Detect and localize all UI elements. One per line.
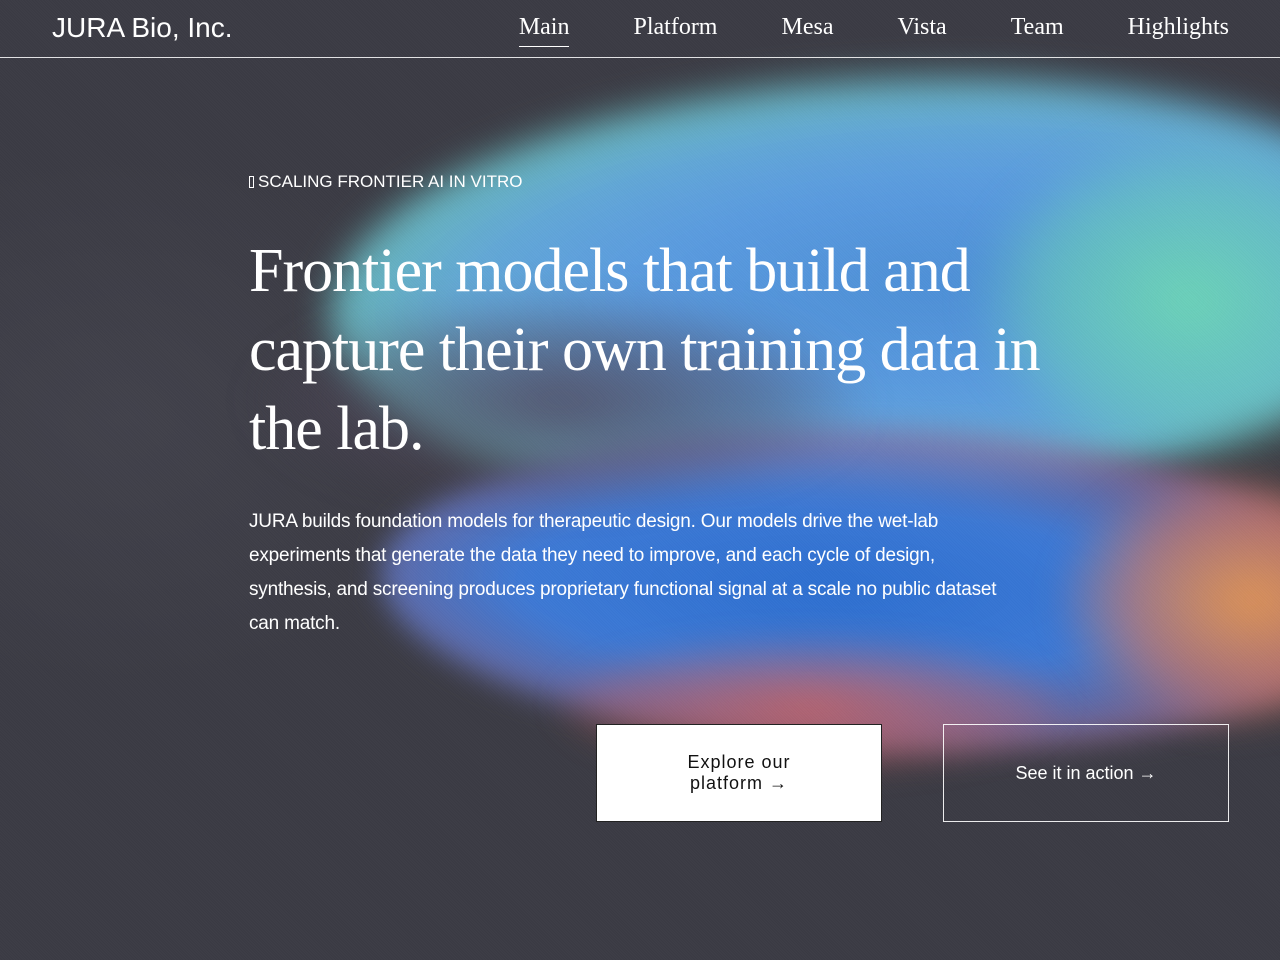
missing-glyph-icon	[249, 176, 254, 188]
hero-description: JURA builds foundation models for therap…	[249, 511, 997, 634]
hero-eyebrow: SCALING FRONTIER AI IN VITRO	[249, 172, 522, 192]
nav-item-main[interactable]: Main	[518, 14, 569, 47]
see-it-in-action-button[interactable]: See it in action →	[943, 724, 1229, 822]
hero-headline: Frontier models that build and capture t…	[249, 237, 1041, 463]
nav-item-platform[interactable]: Platform	[633, 14, 717, 45]
brand-logo-link[interactable]: JURA Bio, Inc.	[52, 12, 233, 44]
nav-item-team[interactable]: Team	[1011, 14, 1064, 45]
nav-item-mesa[interactable]: Mesa	[781, 14, 833, 45]
nav-item-highlights[interactable]: Highlights	[1128, 14, 1229, 45]
explore-platform-button[interactable]: Explore our platform →	[596, 724, 882, 822]
site-header: JURA Bio, Inc. Main Platform Mesa Vista …	[0, 0, 1280, 58]
hero-eyebrow-text: SCALING FRONTIER AI IN VITRO	[258, 172, 523, 191]
main-nav: Main Platform Mesa Vista Team Highlights	[518, 14, 1229, 47]
nav-item-vista[interactable]: Vista	[897, 14, 946, 45]
